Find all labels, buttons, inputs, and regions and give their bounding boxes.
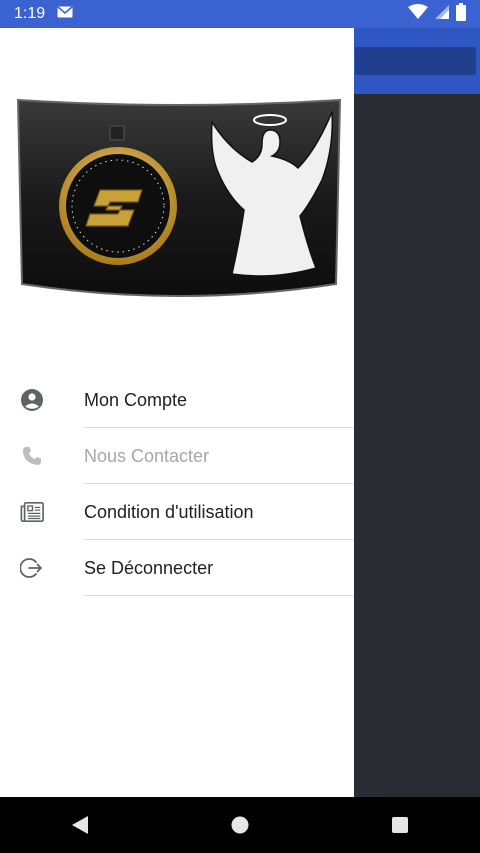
system-nav-bar xyxy=(0,797,480,853)
newspaper-icon xyxy=(20,500,44,524)
app-logo xyxy=(14,98,344,303)
menu-item-condition-utilisation[interactable]: Condition d'utilisation xyxy=(0,484,354,540)
navigation-drawer: Mon Compte Nous Contacter Condition d'ut… xyxy=(0,28,354,797)
menu-item-label: Mon Compte xyxy=(84,389,188,410)
back-icon[interactable] xyxy=(60,805,100,845)
signal-icon xyxy=(434,4,450,25)
recents-icon[interactable] xyxy=(380,805,420,845)
menu-item-label: Condition d'utilisation xyxy=(84,501,254,522)
menu-item-se-deconnecter[interactable]: Se Déconnecter xyxy=(0,540,354,596)
divider xyxy=(84,595,354,596)
drawer-menu: Mon Compte Nous Contacter Condition d'ut… xyxy=(0,372,354,596)
app-search-field[interactable] xyxy=(355,47,476,75)
menu-item-nous-contacter[interactable]: Nous Contacter xyxy=(0,428,354,484)
wifi-icon xyxy=(408,3,428,25)
account-circle-icon xyxy=(20,388,44,412)
menu-item-mon-compte[interactable]: Mon Compte xyxy=(0,372,354,428)
home-icon[interactable] xyxy=(220,805,260,845)
status-time: 1:19 xyxy=(14,5,46,22)
phone-icon xyxy=(20,444,44,468)
menu-item-label: Nous Contacter xyxy=(84,445,210,466)
status-bar: 1:19 xyxy=(0,0,480,28)
gmail-icon xyxy=(57,5,73,23)
battery-icon xyxy=(456,2,466,26)
menu-item-label: Se Déconnecter xyxy=(84,557,214,578)
logout-icon xyxy=(20,556,44,580)
